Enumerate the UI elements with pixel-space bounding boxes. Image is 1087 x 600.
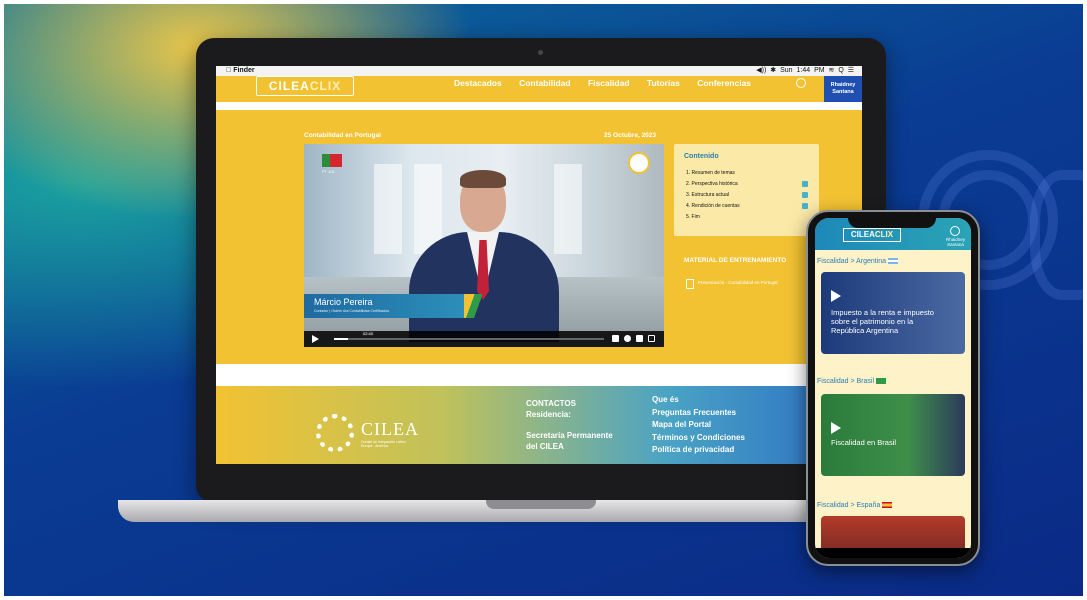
decor-ring bbox=[1030, 170, 1087, 300]
site-header: CILEACLIX Destacados Contabilidad Fiscal… bbox=[216, 76, 862, 102]
video-controls: 02:40 bbox=[304, 331, 664, 347]
card-title: Fiscalidad en Brasil bbox=[831, 438, 897, 447]
content-date: 25 Octubre, 2023 bbox=[604, 132, 657, 139]
header-separator bbox=[216, 102, 862, 110]
cilea-seal-icon bbox=[628, 152, 650, 174]
nav-contabilidad[interactable]: Contabilidad bbox=[519, 78, 570, 88]
footer-link[interactable]: Términos y Condiciones bbox=[652, 432, 745, 445]
footer-link[interactable]: Mapa del Portal bbox=[652, 419, 745, 432]
footer-links: Que és Preguntas Frecuentes Mapa del Por… bbox=[652, 394, 745, 457]
site-logo[interactable]: CILEACLIX bbox=[256, 76, 354, 96]
progress-track[interactable]: 02:40 bbox=[334, 331, 604, 340]
mac-menubar:  Finder ◀)) ✱ Sun 1:44 PM ≋ Q ☰ bbox=[216, 66, 862, 76]
nav-conferencias[interactable]: Conferencias bbox=[697, 78, 751, 88]
video-bg-window bbox=[374, 164, 402, 254]
material-heading: MATERIAL DE ENTRENAMIENTO bbox=[684, 257, 787, 264]
main-nav: Destacados Contabilidad Fiscalidad Tutor… bbox=[454, 78, 758, 88]
play-icon[interactable] bbox=[831, 290, 841, 302]
flag-label: PT 101 bbox=[322, 169, 335, 174]
speaker-name: Márcio Pereira bbox=[314, 297, 373, 307]
brazil-flag-icon bbox=[876, 378, 886, 385]
play-icon[interactable] bbox=[831, 422, 841, 434]
menubar-status: ◀)) ✱ Sun 1:44 PM ≋ Q ☰ bbox=[756, 67, 854, 74]
settings-gear-icon[interactable] bbox=[624, 335, 631, 342]
footer-link[interactable]: Preguntas Frecuentes bbox=[652, 407, 745, 420]
check-icon bbox=[802, 192, 808, 198]
phone-breadcrumb[interactable]: Fiscalidad > Argentina bbox=[817, 258, 899, 265]
content-bottom-band bbox=[216, 364, 862, 386]
phone-logo[interactable]: CILEACLIX bbox=[843, 228, 901, 242]
portugal-flag-icon bbox=[322, 154, 342, 167]
phone-notch bbox=[848, 214, 936, 228]
spain-flag-icon bbox=[882, 502, 893, 509]
lower-third-stripe bbox=[464, 294, 482, 318]
volume-icon[interactable] bbox=[612, 335, 619, 342]
footer-link[interactable]: Que és bbox=[652, 394, 745, 407]
toc-item-3[interactable]: 3. Estructura actual bbox=[686, 192, 729, 198]
phone-user-menu[interactable]: Rhaidney Santana bbox=[946, 226, 965, 247]
argentina-flag-icon bbox=[888, 258, 899, 265]
check-icon bbox=[802, 181, 808, 187]
progress-fill bbox=[334, 338, 348, 340]
search-icon[interactable] bbox=[796, 78, 806, 88]
phone-screen: CILEACLIX Rhaidney Santana Fiscalidad > … bbox=[815, 218, 971, 558]
speaker-lower-third: Márcio Pereira Contador | Ordem dos Cont… bbox=[304, 294, 464, 318]
nav-tutorias[interactable]: Tutorías bbox=[647, 78, 680, 88]
play-icon[interactable] bbox=[312, 335, 319, 343]
phone-breadcrumb[interactable]: Fiscalidad > Brasil bbox=[817, 378, 886, 385]
time-tooltip: 02:40 bbox=[362, 331, 375, 336]
laptop-camera bbox=[538, 50, 543, 55]
nav-fiscalidad[interactable]: Fiscalidad bbox=[588, 78, 630, 88]
check-icon bbox=[802, 203, 808, 209]
toc-item-2[interactable]: 2. Perspectiva histórica bbox=[686, 181, 738, 187]
site-footer: CILEA Comité de Integración Latino Europ… bbox=[216, 386, 862, 464]
document-icon bbox=[686, 279, 694, 289]
footer-brand: CILEA bbox=[361, 419, 419, 439]
material-link[interactable]: Presentación - Contabilidad en Portugal bbox=[698, 280, 778, 285]
phone-video-card[interactable]: Impuesto a la renta e impuesto sobre el … bbox=[821, 272, 965, 354]
cilea-logo-icon bbox=[316, 414, 354, 452]
laptop-screen:  Finder ◀)) ✱ Sun 1:44 PM ≋ Q ☰ CILEACL… bbox=[216, 66, 862, 464]
menubar-app[interactable]:  Finder bbox=[226, 66, 255, 76]
toc-heading: Contenido bbox=[684, 153, 719, 160]
laptop-hinge-notch bbox=[486, 500, 596, 509]
toc-item-1[interactable]: 1. Resumen de temas bbox=[686, 170, 735, 176]
toc-item-5[interactable]: 5. Fim bbox=[686, 214, 700, 220]
footer-contact: CONTACTOS Residencia: Secretaría Permane… bbox=[526, 399, 613, 451]
phone-home-bar bbox=[815, 548, 971, 558]
phone-breadcrumb[interactable]: Fiscalidad > España bbox=[817, 502, 893, 509]
fullscreen-icon[interactable] bbox=[648, 335, 655, 342]
footer-link[interactable]: Política de privacidad bbox=[652, 444, 745, 457]
toc-item-4[interactable]: 4. Rendición de cuentas bbox=[686, 203, 740, 209]
table-of-contents: Contenido 1. Resumen de temas 2. Perspec… bbox=[674, 144, 819, 236]
user-icon bbox=[950, 226, 961, 236]
content-title: Contabilidad en Portugal bbox=[304, 132, 381, 139]
user-menu[interactable]: Rhaidney Santana bbox=[824, 76, 862, 102]
pip-icon[interactable] bbox=[636, 335, 643, 342]
marketing-mockup:  Finder ◀)) ✱ Sun 1:44 PM ≋ Q ☰ CILEACL… bbox=[0, 0, 1087, 600]
nav-destacados[interactable]: Destacados bbox=[454, 78, 502, 88]
video-player[interactable]: PT 101 Márcio Pereira Contador | Ordem d… bbox=[304, 144, 664, 347]
phone-video-card[interactable]: Fiscalidad en Brasil bbox=[821, 394, 965, 476]
speaker-subtitle: Contador | Ordem dos Contabilistas Certi… bbox=[314, 309, 390, 313]
footer-brand-sub: Comité de Integración Latino Europa - Am… bbox=[361, 440, 406, 448]
card-title: Impuesto a la renta e impuesto sobre el … bbox=[831, 308, 934, 335]
